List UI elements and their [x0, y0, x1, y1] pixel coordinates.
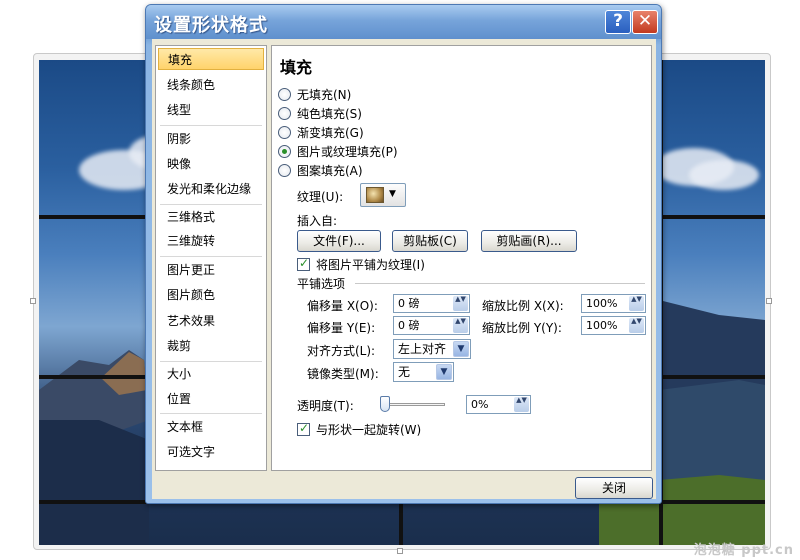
nav-item-line-color[interactable]: 线条颜色 [158, 74, 264, 96]
spin-arrows-icon[interactable]: ▲▼ [514, 397, 529, 412]
watermark: 泡泡糖 ppt.cn [693, 543, 794, 558]
fill-panel: 填充 无填充(N) 纯色填充(S) 渐变填充(G) 图片或纹理填充(P) 图案填… [271, 45, 652, 471]
alignment-select[interactable]: 左上对齐 ▼ [393, 339, 471, 359]
alignment-value: 左上对齐 [398, 342, 447, 356]
tiling-options-label: 平铺选项 [297, 277, 346, 291]
radio-indicator [278, 125, 291, 139]
nav-item-position[interactable]: 位置 [158, 388, 264, 410]
radio-gradient-fill[interactable]: 渐变填充(G) [278, 123, 364, 141]
spin-arrows-icon[interactable]: ▲▼ [629, 296, 644, 311]
resize-handle[interactable] [766, 298, 772, 304]
chevron-down-icon: ▼ [436, 364, 452, 380]
transparency-slider-thumb[interactable] [380, 396, 390, 412]
nav-item-size[interactable]: 大小 [158, 363, 264, 385]
mirror-type-label: 镜像类型(M): [307, 367, 379, 381]
nav-item-reflection[interactable]: 映像 [158, 153, 264, 175]
radio-indicator [278, 163, 291, 177]
texture-swatch [366, 187, 384, 203]
resize-handle[interactable] [397, 548, 403, 554]
help-icon: ? [613, 11, 623, 31]
offset-x-input[interactable]: 0 磅 ▲▼ [393, 294, 470, 313]
checkbox-label: 将图片平铺为纹理(I) [316, 257, 425, 272]
scale-y-value: 100% [586, 319, 618, 332]
category-nav: 填充 线条颜色 线型 阴影 映像 发光和柔化边缘 三维格式 三维旋转 图片更正 … [155, 45, 267, 471]
nav-item-picture-corrections[interactable]: 图片更正 [158, 259, 264, 281]
checkbox-indicator [297, 256, 310, 271]
nav-item-crop[interactable]: 裁剪 [158, 335, 264, 357]
nav-item-picture-color[interactable]: 图片颜色 [158, 284, 264, 306]
transparency-input[interactable]: 0% ▲▼ [466, 395, 531, 414]
radio-indicator [278, 87, 291, 101]
nav-separator [160, 413, 262, 414]
scale-x-label: 缩放比例 X(X): [482, 299, 564, 313]
help-button[interactable]: ? [605, 10, 631, 34]
texture-dropdown[interactable]: ▼ [360, 183, 406, 207]
close-window-button[interactable]: ✕ [632, 10, 658, 34]
clipart-button[interactable]: 剪贴画(R)... [481, 230, 577, 252]
radio-pattern-fill[interactable]: 图案填充(A) [278, 161, 363, 179]
nav-item-glow[interactable]: 发光和柔化边缘 [158, 178, 264, 200]
scale-x-input[interactable]: 100% ▲▼ [581, 294, 646, 313]
scale-y-input[interactable]: 100% ▲▼ [581, 316, 646, 335]
radio-solid-fill[interactable]: 纯色填充(S) [278, 104, 362, 122]
nav-item-alt-text[interactable]: 可选文字 [158, 441, 264, 463]
scale-x-value: 100% [586, 297, 618, 310]
rotate-with-shape-checkbox[interactable]: 与形状一起旋转(W) [297, 420, 421, 438]
close-icon: ✕ [637, 11, 653, 31]
nav-separator [160, 125, 262, 126]
nav-item-shadow[interactable]: 阴影 [158, 128, 264, 150]
scale-y-label: 缩放比例 Y(Y): [482, 321, 562, 335]
section-divider [355, 283, 645, 284]
dialog-titlebar[interactable]: 设置形状格式 ? ✕ [146, 5, 661, 39]
resize-handle[interactable] [30, 298, 36, 304]
checkbox-indicator [297, 421, 310, 436]
nav-item-artistic-effects[interactable]: 艺术效果 [158, 310, 264, 332]
offset-y-value: 0 磅 [398, 319, 420, 332]
offset-x-value: 0 磅 [398, 297, 420, 310]
nav-item-3d-rotation[interactable]: 三维旋转 [158, 230, 264, 252]
nav-item-line-style[interactable]: 线型 [158, 99, 264, 121]
transparency-label: 透明度(T): [297, 399, 354, 413]
radio-no-fill[interactable]: 无填充(N) [278, 85, 351, 103]
nav-separator [160, 204, 262, 205]
dialog-title: 设置形状格式 [154, 15, 268, 36]
offset-y-input[interactable]: 0 磅 ▲▼ [393, 316, 470, 335]
offset-y-label: 偏移量 Y(E): [307, 321, 376, 335]
radio-label: 无填充(N) [297, 87, 352, 102]
spin-arrows-icon[interactable]: ▲▼ [453, 296, 468, 311]
chevron-down-icon: ▼ [389, 189, 396, 199]
tile-as-texture-checkbox[interactable]: 将图片平铺为纹理(I) [297, 255, 425, 273]
nav-separator [160, 361, 262, 362]
format-shape-dialog: 设置形状格式 ? ✕ 填充 线条颜色 线型 阴影 映像 发光和柔化边缘 三维格式… [145, 4, 662, 504]
offset-x-label: 偏移量 X(O): [307, 299, 378, 313]
nav-item-text-box[interactable]: 文本框 [158, 416, 264, 438]
file-button[interactable]: 文件(F)... [297, 230, 381, 252]
spin-arrows-icon[interactable]: ▲▼ [453, 318, 468, 333]
mirror-type-select[interactable]: 无 ▼ [393, 362, 454, 382]
transparency-value: 0% [471, 398, 489, 411]
nav-separator [160, 256, 262, 257]
radio-label: 图片或纹理填充(P) [297, 144, 398, 159]
insert-from-label: 插入自: [297, 214, 338, 228]
texture-label: 纹理(U): [297, 190, 344, 204]
alignment-label: 对齐方式(L): [307, 344, 376, 358]
panel-title: 填充 [280, 58, 313, 77]
dialog-client: 填充 线条颜色 线型 阴影 映像 发光和柔化边缘 三维格式 三维旋转 图片更正 … [152, 39, 656, 499]
radio-label: 图案填充(A) [297, 163, 363, 178]
radio-picture-texture-fill[interactable]: 图片或纹理填充(P) [278, 142, 398, 160]
radio-label: 渐变填充(G) [297, 125, 364, 140]
radio-indicator [278, 106, 291, 120]
spin-arrows-icon[interactable]: ▲▼ [629, 318, 644, 333]
radio-indicator [278, 144, 291, 158]
chevron-down-icon: ▼ [453, 341, 469, 357]
clipboard-button[interactable]: 剪贴板(C) [392, 230, 468, 252]
checkbox-label: 与形状一起旋转(W) [316, 422, 422, 437]
nav-item-fill[interactable]: 填充 [158, 48, 264, 70]
radio-label: 纯色填充(S) [297, 106, 362, 121]
nav-item-3d-format[interactable]: 三维格式 [158, 206, 264, 228]
close-button[interactable]: 关闭 [575, 477, 653, 499]
mirror-type-value: 无 [398, 365, 411, 379]
